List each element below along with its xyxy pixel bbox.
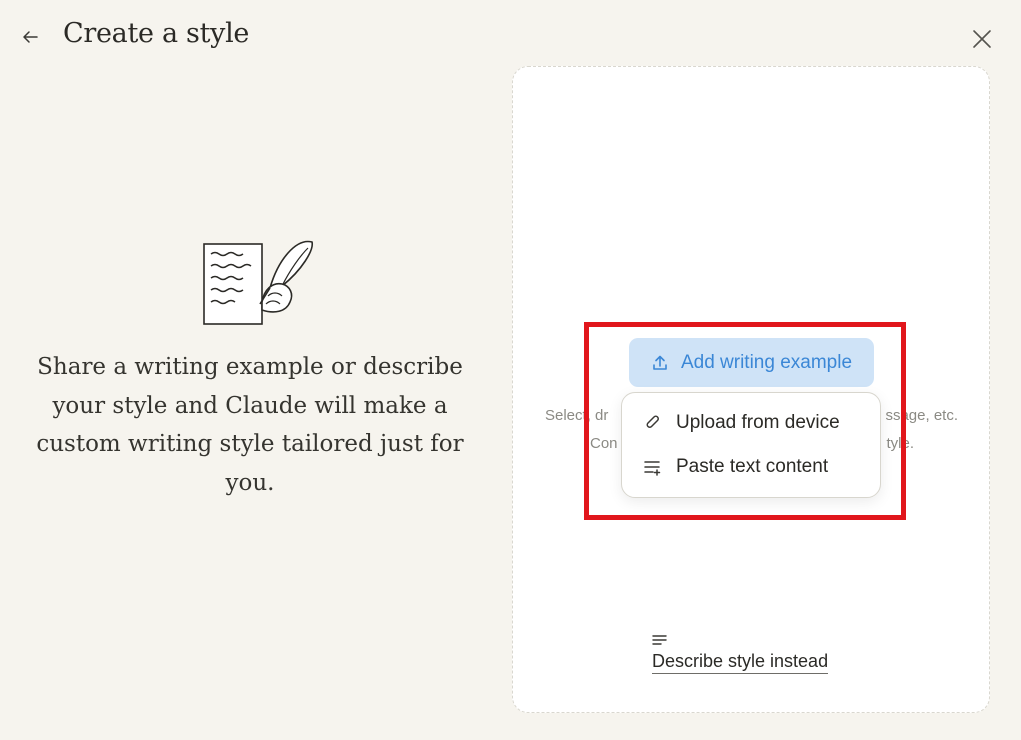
- paperclip-icon: [646, 415, 659, 428]
- close-button[interactable]: [968, 25, 996, 53]
- upload-icon: [653, 355, 667, 370]
- menu-item-label: Upload from device: [676, 412, 840, 433]
- describe-style-instead-link[interactable]: Describe style instead: [652, 633, 829, 674]
- intro-panel: Share a writing example or describe your…: [20, 230, 480, 502]
- menu-item-label: Paste text content: [676, 456, 829, 477]
- intro-description: Share a writing example or describe your…: [36, 354, 464, 496]
- writing-quill-illustration: [203, 240, 313, 325]
- add-writing-example-button[interactable]: Add writing example: [629, 338, 874, 387]
- page-title: Create a style: [63, 18, 250, 49]
- add-example-menu: Upload from device Paste text content: [621, 392, 881, 498]
- describe-style-label: Describe style instead: [652, 651, 829, 674]
- hint-line1-right: ssage, etc.: [885, 407, 958, 424]
- hint-line2-left: Con: [590, 435, 618, 452]
- writing-example-card: [512, 66, 990, 713]
- text-lines-icon: [652, 635, 667, 645]
- hint-line1-left: Select, dr: [545, 407, 609, 424]
- menu-item-upload-from-device[interactable]: Upload from device: [622, 401, 880, 445]
- add-writing-example-label: Add writing example: [680, 351, 853, 373]
- back-button[interactable]: [18, 25, 42, 49]
- hint-line2-right: tyle.: [886, 435, 914, 452]
- menu-item-paste-text-content[interactable]: Paste text content: [622, 445, 880, 489]
- arrow-left-icon: [23, 31, 38, 43]
- paste-text-icon: [644, 461, 661, 476]
- close-icon: [973, 30, 991, 48]
